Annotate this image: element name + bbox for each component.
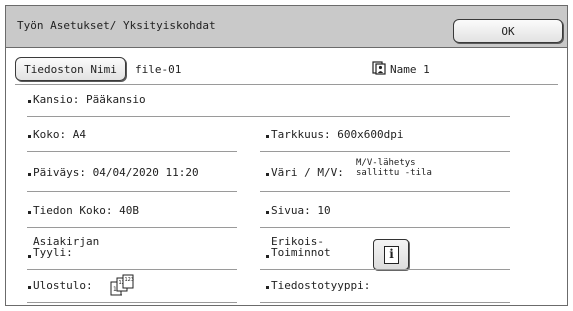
color-mode-label: Väri / M/V: — [271, 166, 344, 179]
pages-field: Sivua: 10 — [266, 205, 331, 217]
divider — [27, 151, 237, 152]
bullet — [266, 286, 269, 289]
bullet — [28, 135, 31, 138]
bullet — [266, 211, 269, 214]
special-functions-info-button[interactable]: i — [373, 239, 409, 270]
bullet — [266, 255, 269, 258]
divider — [260, 269, 510, 270]
divider — [27, 116, 510, 117]
bullet — [266, 135, 269, 138]
bullet — [28, 255, 31, 258]
bullet — [28, 100, 31, 103]
special-functions-field: Erikois- Toiminnot — [266, 236, 366, 260]
divider — [260, 191, 510, 192]
output-field: Ulostulo: — [28, 280, 93, 292]
folder-field: Kansio: Pääkansio — [28, 94, 146, 106]
file-type-label: Tiedostotyyppi: — [271, 279, 371, 292]
data-size-label: Tiedon Koko: 40B — [33, 204, 139, 217]
date-label: Päiväys: 04/04/2020 11:20 — [33, 166, 199, 179]
info-icon: i — [384, 246, 399, 264]
window-title: Työn Asetukset/ Yksityiskohdat — [17, 19, 216, 32]
svg-text:123: 123 — [125, 277, 135, 283]
resolution-label: Tarkkuus: 600x600dpi — [271, 128, 404, 141]
divider — [260, 302, 510, 303]
bullet — [28, 286, 31, 289]
color-mode-value: M/V-lähetys sallittu -tila — [356, 158, 432, 178]
ok-button[interactable]: OK — [453, 19, 563, 43]
date-field: Päiväys: 04/04/2020 11:20 — [28, 167, 199, 179]
divider — [260, 151, 510, 152]
output-label: Ulostulo: — [33, 279, 93, 292]
document-style-line2: Tyyli: — [33, 246, 73, 259]
color-mode-field: Väri / M/V: — [266, 167, 344, 179]
divider — [27, 191, 237, 192]
file-name-value: file-01 — [135, 63, 182, 76]
divider — [27, 227, 237, 228]
divider — [27, 302, 237, 303]
size-label: Koko: A4 — [33, 128, 86, 141]
svg-text:1: 1 — [113, 286, 117, 293]
output-sort-icon: 1 123 123 — [110, 274, 135, 296]
bullet — [28, 211, 31, 214]
divider — [27, 269, 237, 270]
document-style-field: Asiakirjan Tyyli: — [28, 236, 148, 260]
pages-label: Sivua: 10 — [271, 204, 331, 217]
bullet — [266, 173, 269, 176]
divider — [15, 84, 558, 85]
special-functions-line2: Toiminnot — [271, 246, 331, 259]
data-size-field: Tiedon Koko: 40B — [28, 205, 139, 217]
bullet — [28, 173, 31, 176]
color-mode-value-line2: sallittu -tila — [356, 168, 432, 178]
file-type-field: Tiedostotyyppi: — [266, 280, 370, 292]
file-name-button[interactable]: Tiedoston Nimi — [15, 57, 126, 81]
folder-label: Kansio: Pääkansio — [33, 93, 146, 106]
user-name: Name 1 — [390, 63, 430, 76]
divider — [260, 227, 510, 228]
title-bar: Työn Asetukset/ Yksityiskohdat OK — [6, 6, 567, 48]
job-details-window: Työn Asetukset/ Yksityiskohdat OK Tiedos… — [5, 5, 568, 306]
color-mode-value-line1: M/V-lähetys — [356, 158, 416, 168]
resolution-field: Tarkkuus: 600x600dpi — [266, 129, 403, 141]
user-card-icon — [372, 61, 386, 75]
size-field: Koko: A4 — [28, 129, 86, 141]
